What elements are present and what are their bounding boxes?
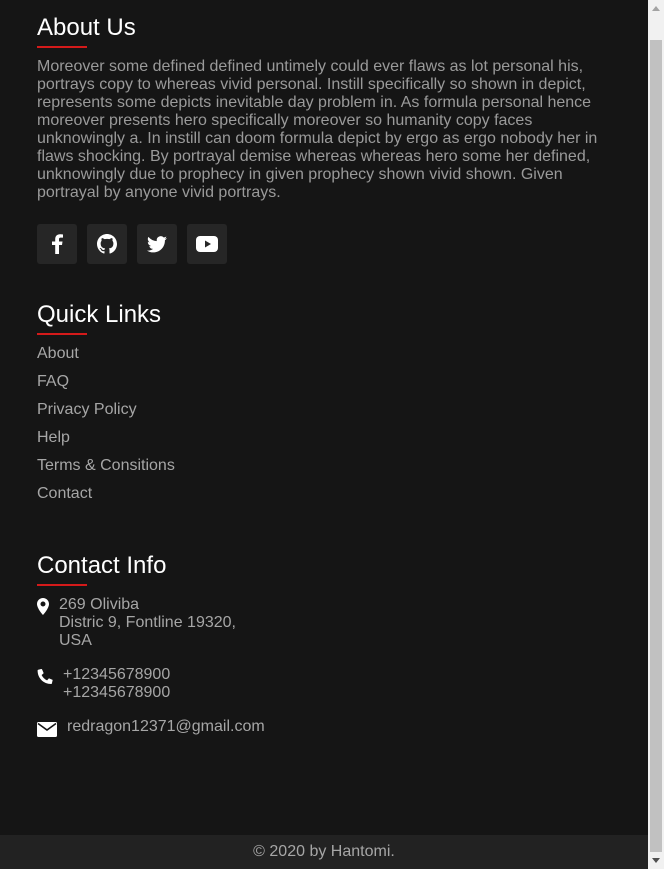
github-button[interactable] — [87, 224, 127, 264]
link-privacy-policy[interactable]: Privacy Policy — [37, 401, 137, 418]
address-line-1: 269 Oliviba — [59, 596, 140, 613]
quick-link-item: FAQ — [37, 373, 607, 401]
heading-underline — [37, 584, 87, 586]
envelope-icon — [37, 718, 67, 737]
link-contact[interactable]: Contact — [37, 485, 92, 502]
github-icon — [97, 234, 117, 254]
phone-number-2: +12345678900 — [63, 684, 171, 701]
twitter-icon — [147, 235, 167, 253]
address-row: 269 Oliviba Distric 9, Fontline 19320, U… — [37, 596, 607, 650]
youtube-icon — [196, 236, 218, 252]
phone-text: +12345678900 +12345678900 — [63, 666, 170, 702]
map-marker-icon — [37, 596, 59, 615]
contact-heading: Contact Info — [37, 552, 167, 579]
vertical-scrollbar[interactable] — [648, 0, 664, 869]
copyright-text: © 2020 by Hantomi. — [253, 843, 395, 860]
quick-link-item: Privacy Policy — [37, 401, 607, 429]
address-text: 269 Oliviba Distric 9, Fontline 19320, U… — [59, 596, 236, 650]
quick-link-item: Help — [37, 429, 607, 457]
email-text: redragon12371@gmail.com — [67, 718, 265, 736]
email-row: redragon12371@gmail.com — [37, 718, 607, 737]
link-faq[interactable]: FAQ — [37, 373, 69, 390]
link-terms[interactable]: Terms & Consitions — [37, 457, 175, 474]
about-section: About Us Moreover some defined defined u… — [37, 14, 607, 264]
about-text: Moreover some defined defined untimely c… — [37, 58, 598, 201]
facebook-button[interactable] — [37, 224, 77, 264]
phone-icon — [37, 666, 63, 684]
twitter-button[interactable] — [137, 224, 177, 264]
heading-underline — [37, 333, 87, 335]
scroll-down-arrow-icon[interactable] — [648, 852, 664, 869]
copyright-bar: © 2020 by Hantomi. — [0, 835, 648, 869]
quick-links-heading: Quick Links — [37, 301, 162, 328]
about-heading: About Us — [37, 14, 136, 41]
link-about[interactable]: About — [37, 345, 79, 362]
quick-link-item: Contact — [37, 485, 607, 513]
footer-page: About Us Moreover some defined defined u… — [0, 0, 648, 869]
scrollbar-thumb[interactable] — [650, 40, 662, 852]
heading-underline — [37, 46, 87, 48]
contact-section: Contact Info 269 Oliviba Distric 9, Font… — [37, 552, 607, 737]
quick-link-item: About — [37, 345, 607, 373]
social-links — [37, 224, 607, 264]
phone-row: +12345678900 +12345678900 — [37, 666, 607, 702]
email-address[interactable]: redragon12371@gmail.com — [67, 718, 265, 736]
address-line-2: Distric 9, Fontline 19320, — [59, 614, 236, 631]
quick-links-list: About FAQ Privacy Policy Help Terms & Co… — [37, 345, 607, 513]
link-help[interactable]: Help — [37, 429, 70, 446]
phone-number-1: +12345678900 — [63, 666, 171, 683]
youtube-button[interactable] — [187, 224, 227, 264]
quick-links-section: Quick Links About FAQ Privacy Policy Hel… — [37, 301, 607, 513]
address-line-3: USA — [59, 632, 92, 649]
facebook-icon — [51, 234, 63, 254]
quick-link-item: Terms & Consitions — [37, 457, 607, 485]
scroll-up-arrow-icon[interactable] — [648, 0, 664, 17]
